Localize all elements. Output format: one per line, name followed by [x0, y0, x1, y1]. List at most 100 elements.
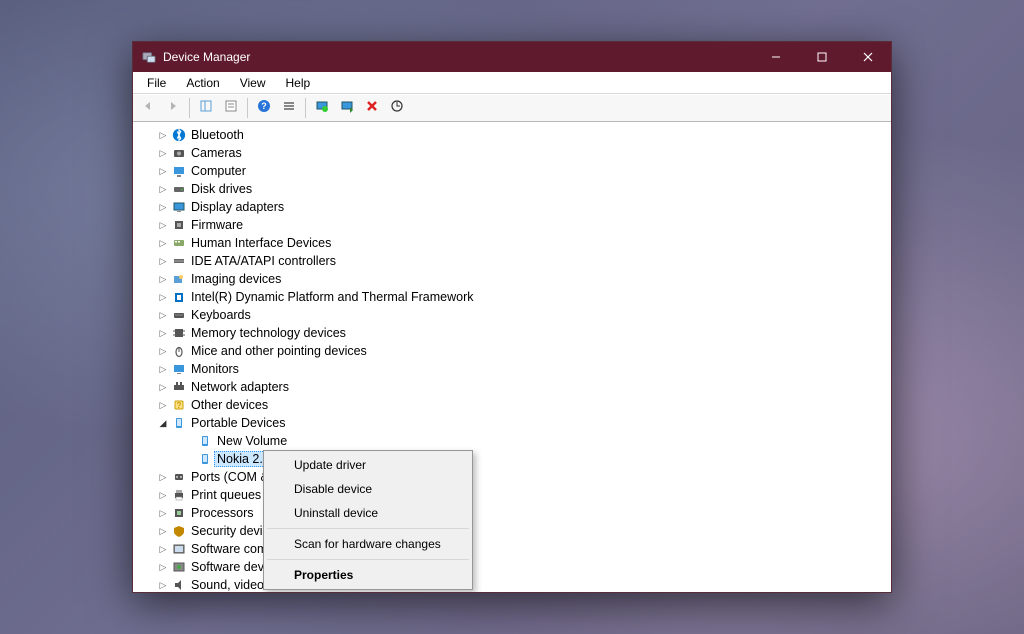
help-icon: ?: [257, 99, 271, 118]
tree-node-print-queues[interactable]: ▷Print queues: [133, 486, 891, 504]
tree-node-label: Ports (COM &: [191, 470, 269, 484]
ports-icon: [171, 469, 187, 485]
tree-node-intel-dptf[interactable]: ▷Intel(R) Dynamic Platform and Thermal F…: [133, 288, 891, 306]
tree-node-ports[interactable]: ▷ Ports (COM &: [133, 468, 891, 486]
ctx-disable-device[interactable]: Disable device: [266, 477, 470, 501]
tree-node-other[interactable]: ▷?Other devices: [133, 396, 891, 414]
action-list-button[interactable]: [278, 97, 300, 119]
ctx-properties[interactable]: Properties: [266, 563, 470, 587]
chevron-right-icon[interactable]: ▷: [157, 579, 169, 591]
titlebar[interactable]: Device Manager: [133, 42, 891, 72]
minimize-button[interactable]: [753, 42, 799, 72]
show-hide-console-tree-button[interactable]: [195, 97, 217, 119]
chevron-right-icon[interactable]: ▷: [157, 147, 169, 159]
back-button[interactable]: [137, 97, 159, 119]
tree-node-hid[interactable]: ▷Human Interface Devices: [133, 234, 891, 252]
menu-help[interactable]: Help: [276, 74, 321, 92]
chevron-right-icon[interactable]: ▷: [157, 381, 169, 393]
tree-node-firmware[interactable]: ▷Firmware: [133, 216, 891, 234]
tree-node-security[interactable]: ▷ Security devi: [133, 522, 891, 540]
chevron-right-icon[interactable]: ▷: [157, 399, 169, 411]
tree-node-monitors[interactable]: ▷Monitors: [133, 360, 891, 378]
toolbar-separator: [305, 98, 306, 118]
tree-node-keyboards[interactable]: ▷Keyboards: [133, 306, 891, 324]
chevron-right-icon[interactable]: ▷: [157, 237, 169, 249]
tree-node-label: Software dev: [191, 560, 264, 574]
chevron-right-icon[interactable]: ▷: [157, 327, 169, 339]
tree-node-new-volume[interactable]: ▷New Volume: [133, 432, 891, 450]
properties-toolbar-button[interactable]: [220, 97, 242, 119]
tree-node-portable-devices[interactable]: ◢Portable Devices: [133, 414, 891, 432]
uninstall-toolbar-button[interactable]: [361, 97, 383, 119]
menu-file[interactable]: File: [137, 74, 176, 92]
menu-view[interactable]: View: [230, 74, 276, 92]
chevron-right-icon[interactable]: ▷: [157, 489, 169, 501]
tree-node-label: Other devices: [191, 398, 268, 412]
ctx-update-driver[interactable]: Update driver: [266, 453, 470, 477]
close-button[interactable]: [845, 42, 891, 72]
monitor-update-icon: [315, 99, 329, 118]
chevron-right-icon[interactable]: ▷: [157, 129, 169, 141]
chevron-right-icon[interactable]: ▷: [157, 273, 169, 285]
tree-node-label: Software com: [191, 542, 267, 556]
tree-node-label: Sound, video: [191, 578, 264, 592]
tree-node-mice[interactable]: ▷Mice and other pointing devices: [133, 342, 891, 360]
tree-node-cameras[interactable]: ▷Cameras: [133, 144, 891, 162]
menu-action[interactable]: Action: [176, 74, 229, 92]
chevron-right-icon[interactable]: ▷: [157, 543, 169, 555]
chevron-right-icon[interactable]: ▷: [157, 471, 169, 483]
tree-node-label: Computer: [191, 164, 246, 178]
device-tree[interactable]: ▷Bluetooth ▷Cameras ▷ Computer ▷ Disk driv…: [133, 122, 891, 592]
tree-node-network[interactable]: ▷Network adapters: [133, 378, 891, 396]
scan-hardware-button[interactable]: [386, 97, 408, 119]
chevron-right-icon[interactable]: ▷: [157, 201, 169, 213]
context-separator: [267, 528, 469, 529]
tree-node-ide[interactable]: ▷IDE ATA/ATAPI controllers: [133, 252, 891, 270]
chevron-right-icon[interactable]: ▷: [157, 183, 169, 195]
tree-node-label: Security devi: [191, 524, 263, 538]
tree-node-software-devices[interactable]: ▷ Software dev: [133, 558, 891, 576]
forward-button[interactable]: [162, 97, 184, 119]
tree-node-software-components[interactable]: ▷ Software com: [133, 540, 891, 558]
firmware-icon: [171, 217, 187, 233]
tree-node-bluetooth[interactable]: ▷Bluetooth: [133, 126, 891, 144]
help-toolbar-button[interactable]: ?: [253, 97, 275, 119]
tree-node-label: Memory technology devices: [191, 326, 346, 340]
tree-node-label: Display adapters: [191, 200, 284, 214]
security-icon: [171, 523, 187, 539]
install-driver-toolbar-button[interactable]: [336, 97, 358, 119]
tree-node-display-adapters[interactable]: ▷ Display adapters: [133, 198, 891, 216]
update-driver-toolbar-button[interactable]: [311, 97, 333, 119]
chevron-right-icon[interactable]: ▷: [157, 309, 169, 321]
keyboard-icon: [171, 307, 187, 323]
chevron-right-icon[interactable]: ▷: [157, 363, 169, 375]
chevron-right-icon[interactable]: ▷: [157, 291, 169, 303]
software-icon: [171, 541, 187, 557]
ctx-scan-hardware[interactable]: Scan for hardware changes: [266, 532, 470, 556]
tree-node-imaging[interactable]: ▷Imaging devices: [133, 270, 891, 288]
arrow-right-icon: [166, 99, 180, 118]
tree-node-nokia[interactable]: ▷Nokia 2.3: [133, 450, 891, 468]
chevron-right-icon[interactable]: ▷: [157, 255, 169, 267]
chevron-right-icon[interactable]: ▷: [157, 507, 169, 519]
hid-icon: [171, 235, 187, 251]
computer-icon: [171, 163, 187, 179]
ctx-uninstall-device[interactable]: Uninstall device: [266, 501, 470, 525]
arrow-left-icon: [141, 99, 155, 118]
tree-node-sound[interactable]: ▷ Sound, video: [133, 576, 891, 592]
toolbar: ?: [133, 94, 891, 122]
tree-node-label: Disk drives: [191, 182, 252, 196]
chevron-right-icon[interactable]: ▷: [157, 561, 169, 573]
memory-icon: [171, 325, 187, 341]
chevron-right-icon[interactable]: ▷: [157, 525, 169, 537]
tree-node-processors[interactable]: ▷Processors: [133, 504, 891, 522]
tree-node-computer[interactable]: ▷ Computer: [133, 162, 891, 180]
maximize-button[interactable]: [799, 42, 845, 72]
chevron-down-icon[interactable]: ◢: [157, 417, 169, 429]
portable-device-icon: [171, 415, 187, 431]
chevron-right-icon[interactable]: ▷: [157, 165, 169, 177]
tree-node-disk-drives[interactable]: ▷ Disk drives: [133, 180, 891, 198]
chevron-right-icon[interactable]: ▷: [157, 345, 169, 357]
chevron-right-icon[interactable]: ▷: [157, 219, 169, 231]
tree-node-memory[interactable]: ▷ Memory technology devices: [133, 324, 891, 342]
